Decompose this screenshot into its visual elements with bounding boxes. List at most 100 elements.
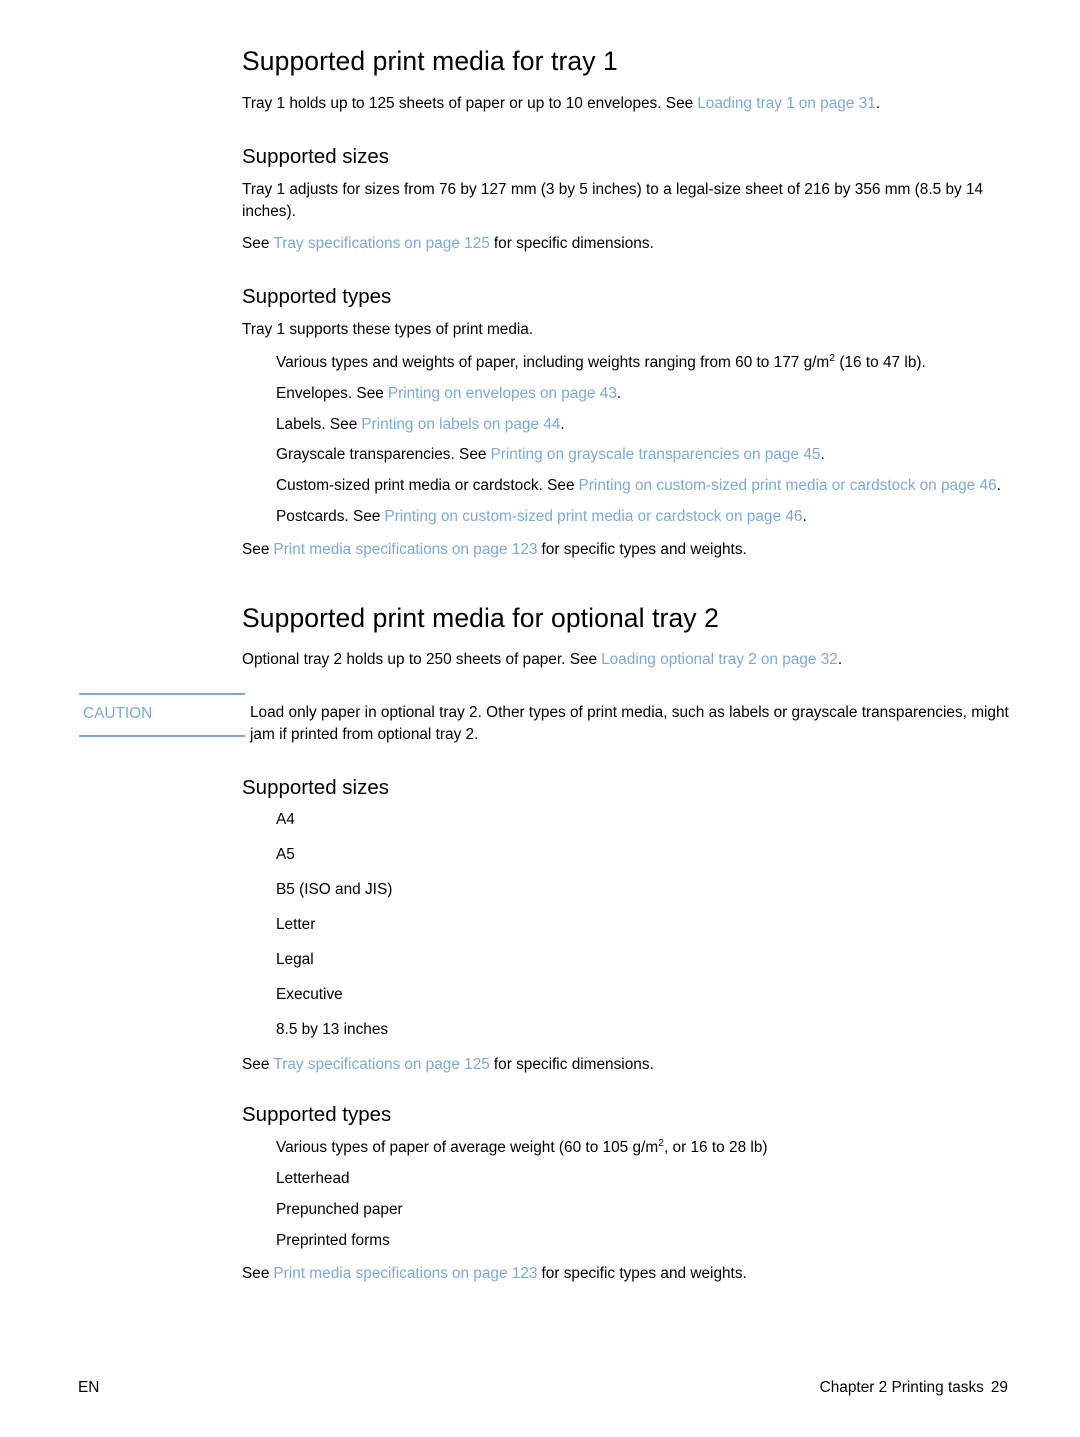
tray2-types-see-paragraph: See Print media specifications on page 123…	[242, 1263, 1010, 1285]
item-text-after: (16 to 47 lb).	[835, 353, 926, 371]
tray1-sizes-see-paragraph: See Tray specifications on page 125 for spe…	[242, 233, 1010, 255]
caution-label-column: CAUTION	[79, 693, 245, 737]
link-page: on page 31	[798, 95, 876, 113]
see-suffix: for specific types and weights.	[541, 541, 747, 559]
link-printing-on-labels[interactable]: Printing on labels on page 44	[361, 416, 560, 433]
list-item: A4	[276, 811, 295, 829]
item-text: Labels. See	[276, 415, 358, 433]
caution-label: CAUTION	[83, 705, 153, 723]
link-page: on page 125	[404, 235, 490, 253]
link-printing-on-grayscale-transparencies[interactable]: Printing on grayscale transparencies on p…	[490, 446, 820, 463]
item-text: Various types of paper of average weight…	[276, 1139, 659, 1157]
list-item: A5	[276, 846, 295, 864]
link-print-media-specifications[interactable]: Print media specifications on page 123	[273, 541, 537, 558]
list-item: Envelopes. See Printing on envelopes on pa…	[276, 383, 1010, 405]
item-text: Envelopes. See	[276, 384, 384, 402]
tray2-intro-prefix: Optional tray 2 holds up to 250 sheets o…	[242, 651, 598, 669]
tray1-intro-prefix: Tray 1 holds up to 125 sheets of paper o…	[242, 95, 694, 113]
item-text: Postcards. See	[276, 508, 381, 526]
item-text-after: .	[996, 477, 1001, 495]
footer-language: EN	[78, 1379, 100, 1396]
tray1-types-paragraph: Tray 1 supports these types of print med…	[242, 320, 534, 338]
caution-admonition: CAUTION Load only paper in optional tray…	[79, 693, 1010, 746]
link-loading-optional-tray-2[interactable]: Loading optional tray 2 on page 32	[601, 651, 838, 668]
item-text: Custom-sized print media or cardstock. S…	[276, 477, 575, 495]
see-prefix: See	[242, 541, 270, 559]
list-item: B5 (ISO and JIS)	[276, 881, 393, 899]
footer-chapter-label: Chapter 2 Printing tasks	[819, 1379, 984, 1396]
link-print-media-specifications-tray2[interactable]: Print media specifications on page 123	[273, 1265, 537, 1282]
tray1-media-type-list: Various types and weights of paper, incl…	[242, 352, 1010, 528]
footer-page-number: 29	[990, 1379, 1008, 1396]
tray2-sizes-see-paragraph: See Tray specifications on page 125 for spe…	[242, 1054, 1010, 1076]
see-suffix: for specific types and weights.	[541, 1264, 747, 1282]
link-page: on page 123	[451, 541, 538, 559]
heading-tray2-supported-types: Supported types	[242, 1103, 392, 1127]
list-item: Custom-sized print media or cardstock. S…	[276, 475, 1010, 497]
heading-tray1-supported-sizes: Supported sizes	[242, 145, 390, 169]
item-text-after: .	[616, 384, 622, 402]
list-item: Various types of paper of average weight…	[276, 1137, 1010, 1159]
tray1-intro-suffix: .	[875, 95, 881, 113]
link-page: on page 32	[760, 651, 838, 669]
heading-tray2-supported-sizes: Supported sizes	[242, 775, 390, 799]
item-text-after: .	[820, 446, 825, 464]
footer-chapter-info: Chapter 2 Printing tasks 29	[820, 1379, 1008, 1397]
link-tray-specifications[interactable]: Tray specifications on page 125	[273, 235, 489, 252]
tray2-size-list: A4 A5 B5 (ISO and JIS) Letter Legal Exec…	[242, 809, 1010, 1040]
link-page: on page 123	[451, 1264, 538, 1282]
link-title: Print media specifications	[273, 541, 448, 559]
link-page: on page 125	[404, 1055, 490, 1073]
see-prefix: See	[242, 1264, 270, 1282]
link-title: Printing on custom-sized print media or …	[578, 477, 916, 495]
see-prefix: See	[242, 235, 270, 253]
item-text-after: .	[802, 508, 807, 526]
list-item: Legal	[276, 950, 314, 968]
link-title: Tray specifications	[273, 1055, 401, 1073]
tray1-sizes-paragraph: Tray 1 adjusts for sizes from 76 by 127 …	[242, 180, 984, 220]
list-item: Letterhead	[276, 1169, 350, 1187]
item-text-after: , or 16 to 28 lb)	[663, 1139, 768, 1157]
link-title: Loading optional tray 2	[601, 651, 757, 669]
link-loading-tray-1[interactable]: Loading tray 1 on page 31	[697, 95, 876, 112]
see-suffix: for specific dimensions.	[493, 235, 654, 253]
link-title: Tray specifications	[273, 235, 401, 253]
list-item: Various types and weights of paper, incl…	[276, 352, 1010, 374]
see-suffix: for specific dimensions.	[493, 1055, 654, 1073]
link-title: Printing on envelopes	[387, 384, 536, 402]
link-title: Print media specifications	[273, 1264, 448, 1282]
link-page: on page 44	[483, 415, 561, 433]
link-printing-on-custom-sized-print-media-or-cardstock[interactable]: Printing on custom-sized print media or …	[579, 477, 997, 494]
link-printing-on-envelopes[interactable]: Printing on envelopes on page 43	[388, 385, 617, 402]
page-title-tray1: Supported print media for tray 1	[242, 46, 618, 76]
item-text-after: .	[560, 415, 565, 433]
list-item: Labels. See Printing on labels on page 44.	[276, 414, 1010, 436]
link-tray-specifications-tray2[interactable]: Tray specifications on page 125	[273, 1056, 489, 1073]
list-item: 8.5 by 13 inches	[276, 1020, 389, 1038]
page-content: Supported print media for tray 1 Tray 1 …	[79, 46, 1010, 1285]
link-page: on page 43	[539, 384, 617, 402]
link-printing-on-custom-sized-print-media-or-cardstock-postcards[interactable]: Printing on custom-sized print media or …	[384, 508, 802, 525]
link-title: Loading tray 1	[697, 95, 795, 113]
item-text: Various types and weights of paper, incl…	[276, 353, 830, 371]
item-text: Grayscale transparencies. See	[276, 446, 487, 464]
tray2-intro-paragraph: Optional tray 2 holds up to 250 sheets o…	[242, 649, 1010, 671]
list-item: Grayscale transparencies. See Printing on…	[276, 444, 1010, 466]
list-item: Postcards. See Printing on custom-sized p…	[276, 506, 1010, 528]
link-page: on page 46	[919, 477, 997, 495]
document-page: Supported print media for tray 1 Tray 1 …	[0, 0, 1080, 1437]
list-item: Executive	[276, 985, 343, 1003]
tray1-types-see-paragraph: See Print media specifications on page 123…	[242, 539, 1010, 561]
link-title: Printing on grayscale transparencies	[490, 446, 740, 464]
page-title-tray2: Supported print media for optional tray …	[242, 602, 719, 633]
tray2-intro-suffix: .	[837, 651, 843, 669]
see-prefix: See	[242, 1055, 270, 1073]
link-page: on page 45	[743, 446, 821, 464]
tray1-intro-paragraph: Tray 1 holds up to 125 sheets of paper o…	[242, 93, 1010, 115]
caution-text: Load only paper in optional tray 2. Othe…	[250, 704, 1009, 743]
link-page: on page 46	[725, 508, 803, 526]
tray2-media-type-list: Various types of paper of average weight…	[242, 1137, 1010, 1252]
link-title: Printing on labels	[361, 415, 480, 433]
link-title: Printing on custom-sized print media or …	[384, 508, 722, 526]
list-item: Prepunched paper	[276, 1200, 403, 1218]
